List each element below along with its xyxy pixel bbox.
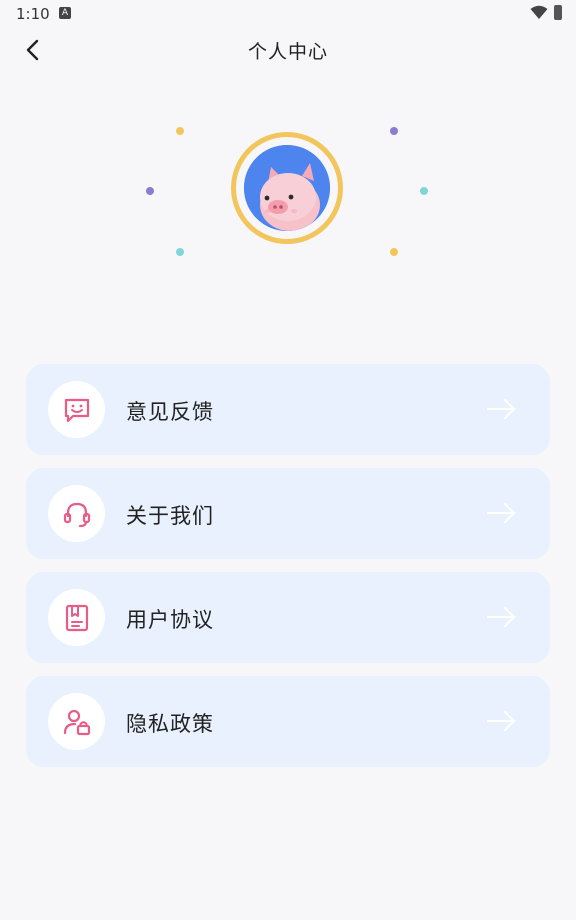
notification-icon: A: [59, 7, 71, 19]
arrow-right-icon: [486, 606, 516, 628]
avatar-ring: [231, 132, 343, 244]
headset-icon: [63, 502, 91, 528]
menu-list: 意见反馈 关于我们 用户协议 隐私政策: [26, 364, 550, 780]
menu-item-user-agreement[interactable]: 用户协议: [26, 572, 550, 663]
feedback-icon-circle: [48, 381, 105, 438]
about-icon-circle: [48, 485, 105, 542]
agreement-book-icon: [65, 604, 89, 632]
header: 个人中心: [0, 30, 576, 70]
avatar[interactable]: [244, 145, 330, 231]
menu-item-label: 用户协议: [126, 608, 214, 632]
menu-item-privacy-policy[interactable]: 隐私政策: [26, 676, 550, 767]
arrow-right-icon: [486, 398, 516, 420]
decor-dot: [390, 248, 398, 256]
decor-dot: [176, 248, 184, 256]
wifi-icon: [530, 5, 548, 19]
user-lock-icon: [63, 709, 91, 736]
pig-avatar-icon: [244, 145, 330, 231]
battery-icon: [554, 5, 562, 20]
feedback-smile-icon: [64, 398, 90, 423]
arrow-right-icon: [486, 502, 516, 524]
decor-dot: [420, 187, 428, 195]
agreement-icon-circle: [48, 589, 105, 646]
page-title: 个人中心: [247, 41, 328, 63]
decor-dot: [390, 127, 398, 135]
menu-item-label: 隐私政策: [126, 712, 214, 736]
status-time: 1:10: [16, 5, 50, 23]
decor-dot: [176, 127, 184, 135]
menu-item-about-us[interactable]: 关于我们: [26, 468, 550, 559]
menu-item-label: 意见反馈: [126, 400, 214, 424]
menu-item-label: 关于我们: [126, 504, 214, 528]
arrow-right-icon: [486, 710, 516, 732]
avatar-section: [145, 118, 435, 268]
privacy-icon-circle: [48, 693, 105, 750]
decor-dot: [146, 187, 154, 195]
menu-item-feedback[interactable]: 意见反馈: [26, 364, 550, 455]
status-bar: 1:10 A: [0, 0, 576, 28]
